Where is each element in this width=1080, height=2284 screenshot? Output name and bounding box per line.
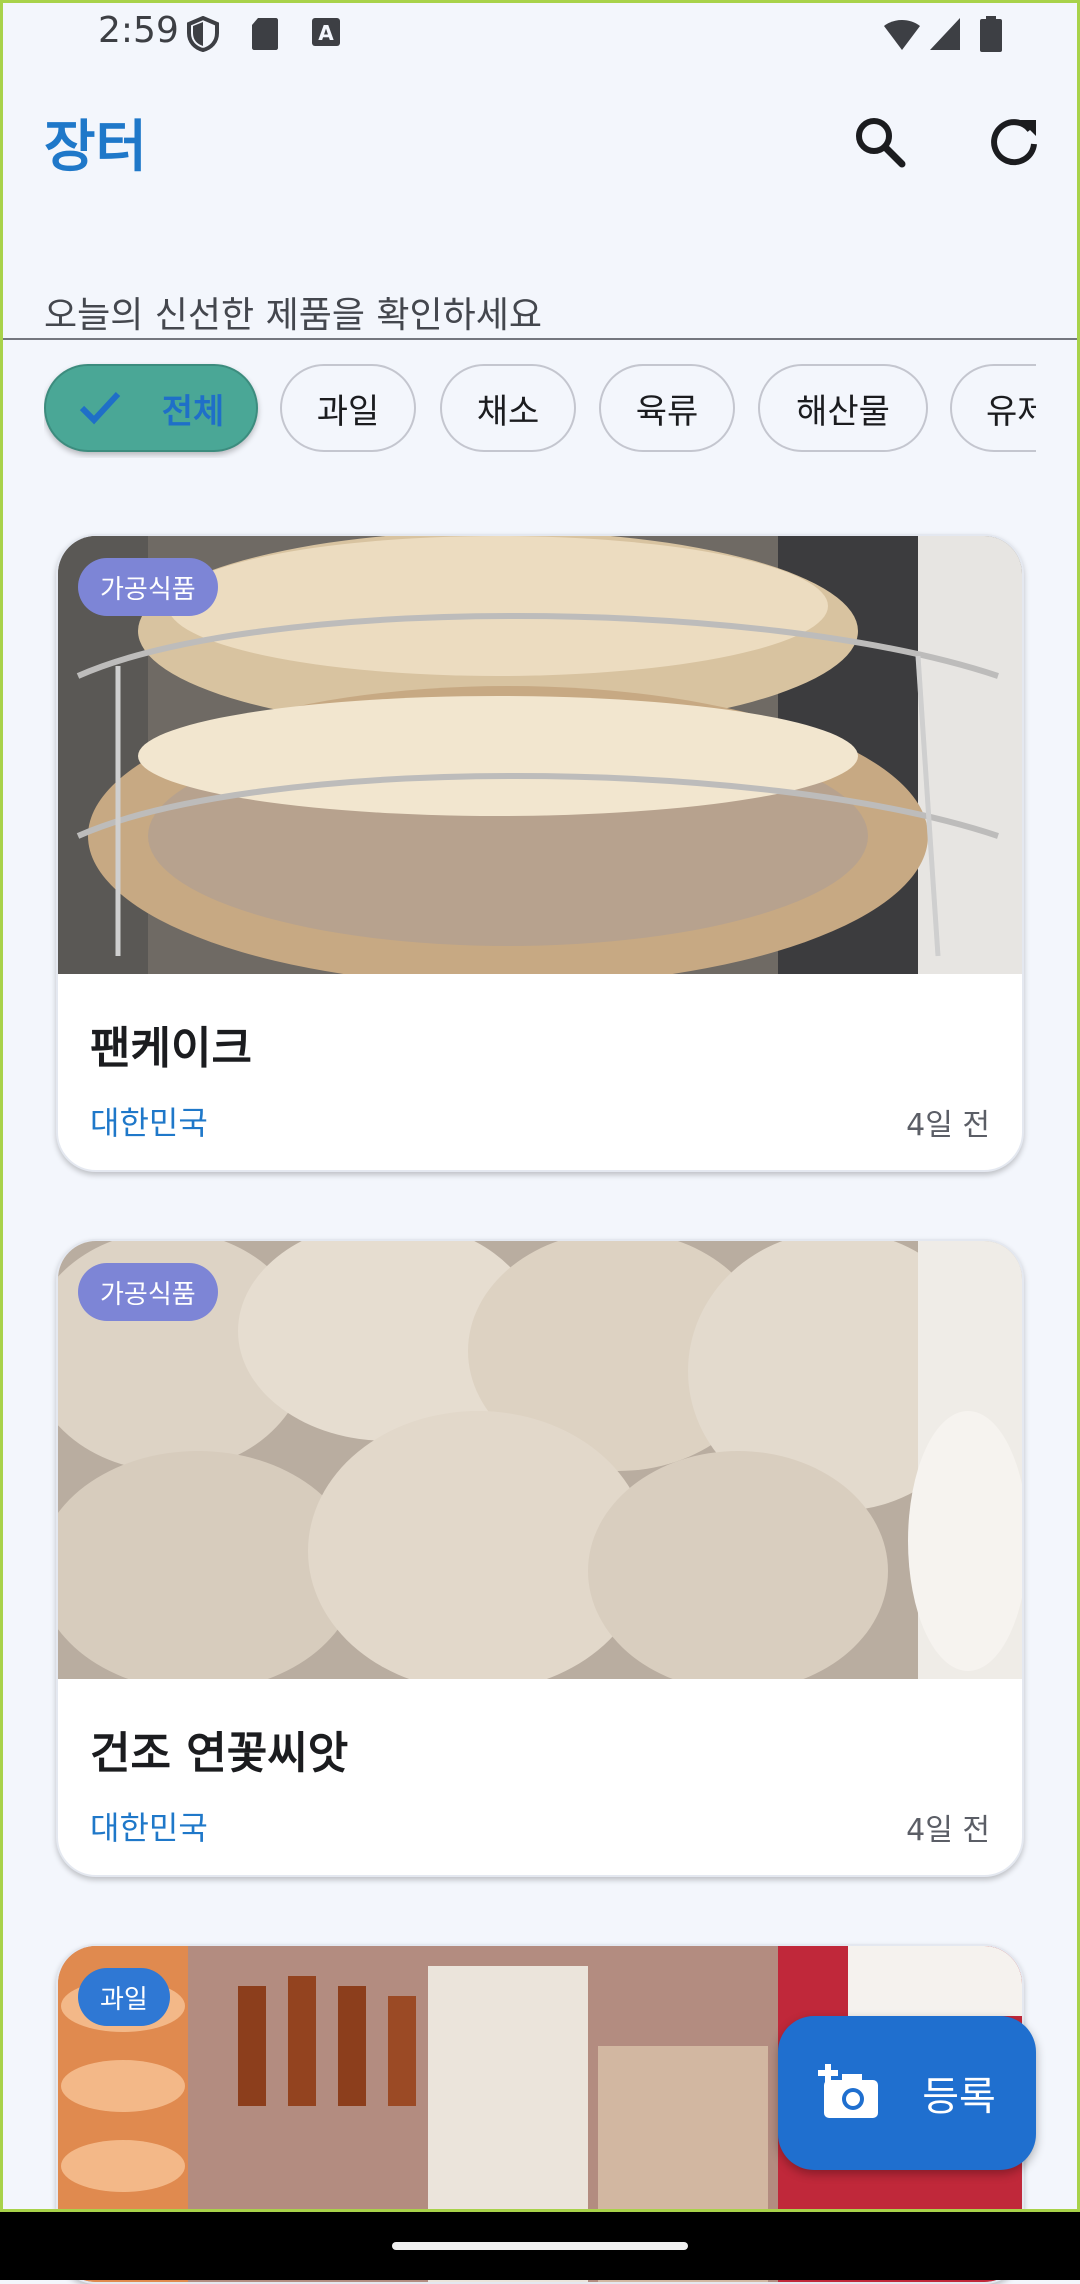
wifi-icon [884, 20, 920, 50]
chip-meat[interactable]: 육류 [599, 364, 735, 452]
chip-label: 육류 [635, 391, 699, 432]
search-icon [856, 118, 906, 168]
refresh-icon [991, 119, 1037, 166]
status-bar: 2:59 A [0, 0, 1080, 68]
category-badge: 과일 [78, 1968, 170, 2026]
chip-dairy[interactable]: 유제품 [950, 364, 1036, 452]
check-icon [79, 391, 120, 425]
header-divider [0, 338, 1080, 340]
svg-text:A: A [318, 21, 334, 45]
font-a-icon: A [312, 18, 340, 46]
product-date: 4일 전 [906, 1813, 990, 1848]
status-time: 2:59 [98, 10, 179, 51]
category-badge: 가공식품 [78, 558, 218, 616]
home-handle[interactable] [392, 2242, 688, 2250]
cell-signal-icon [930, 18, 960, 50]
chip-label: 전체 [161, 391, 225, 432]
product-title: 건조 연꽃씨앗 [90, 1728, 349, 1779]
chip-all[interactable]: 전체 [44, 364, 258, 452]
chip-label: 과일 [316, 391, 380, 432]
chip-label: 채소 [476, 391, 540, 432]
product-card[interactable]: 가공식품 건조 연꽃씨앗 대한민국 4일 전 [56, 1239, 1024, 1877]
chip-label: 유제품 [986, 391, 1036, 432]
add-photo-icon [818, 2064, 879, 2118]
chip-vegetable[interactable]: 채소 [440, 364, 576, 452]
fab-label: 등록 [922, 2074, 996, 2120]
chip-label: 해산물 [796, 391, 890, 432]
category-badge: 가공식품 [78, 1263, 218, 1321]
battery-icon [980, 16, 1002, 52]
page-subtitle: 오늘의 신선한 제품을 확인하세요 [44, 295, 543, 336]
register-fab[interactable]: 등록 [778, 2016, 1036, 2170]
refresh-button[interactable] [978, 106, 1050, 178]
product-title: 팬케이크 [90, 1023, 252, 1074]
system-nav-bar [0, 2212, 1080, 2280]
sd-card-icon [252, 18, 278, 50]
chip-fruit[interactable]: 과일 [280, 364, 416, 452]
app-title: 장터 [44, 115, 148, 180]
product-date: 4일 전 [906, 1108, 990, 1143]
product-origin: 대한민국 [90, 1809, 208, 1847]
category-chip-row[interactable]: 전체 과일 채소 육류 해산물 유제품 [44, 362, 1036, 458]
product-card[interactable]: 가공식품 팬케이크 대한민국 4일 전 [56, 534, 1024, 1172]
shield-icon [187, 16, 219, 52]
search-button[interactable] [844, 106, 916, 178]
chip-seafood[interactable]: 해산물 [758, 364, 928, 452]
product-origin: 대한민국 [90, 1104, 208, 1142]
